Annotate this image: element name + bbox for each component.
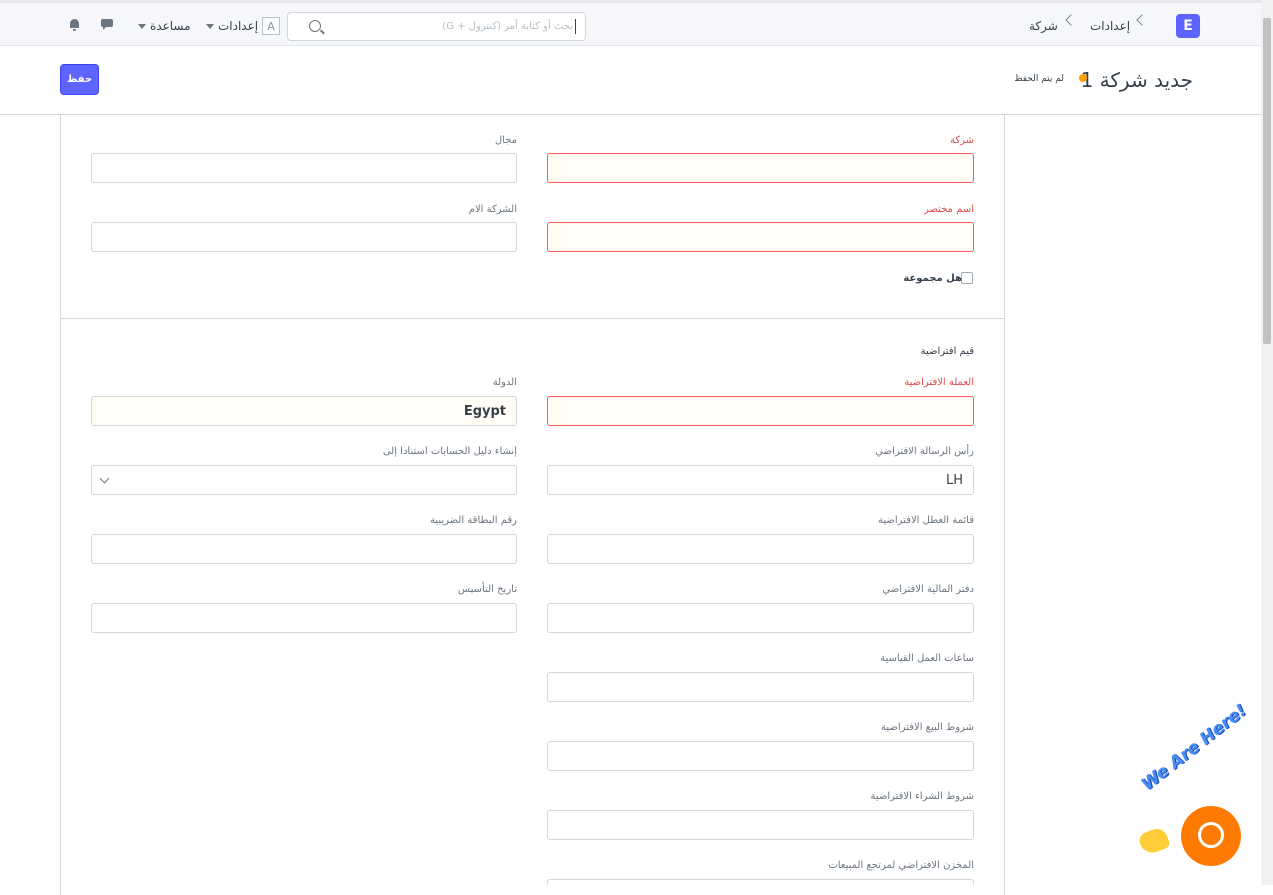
breadcrumb-company[interactable]: شركة (1029, 19, 1058, 33)
tax-id-label: رقم البطاقة الضريبية (429, 515, 517, 526)
search-placeholder: بحث أو كتابة أمر (كنترول + G) (442, 21, 573, 32)
abbr-label: اسم مختصر (923, 204, 974, 215)
holiday-list-field[interactable] (547, 534, 974, 564)
country-label: الدولة (492, 377, 517, 388)
company-label: شركة (949, 135, 974, 146)
sales-return-warehouse-field[interactable] (547, 879, 974, 885)
chat-widget-button[interactable] (1181, 806, 1241, 866)
scrollbar[interactable] (1261, 0, 1273, 885)
status-dot-icon (1079, 74, 1087, 82)
country-field[interactable]: Egypt (91, 396, 517, 426)
navbar: E إعدادات شركة بحث أو كتابة أمر (كنترول … (0, 0, 1261, 46)
breadcrumb-settings[interactable]: إعدادات (1090, 19, 1130, 33)
finance-book-field[interactable] (547, 603, 974, 633)
search-input[interactable]: بحث أو كتابة أمر (كنترول + G) (287, 12, 586, 41)
selling-terms-label: شروط البيع الافتراضية (881, 722, 974, 733)
buying-terms-field[interactable] (547, 810, 974, 840)
standard-working-hours-field[interactable] (547, 672, 974, 702)
letter-head-label: رأس الرسالة الافتراضي (875, 446, 974, 457)
chart-of-accounts-select[interactable] (91, 465, 517, 495)
selling-terms-field[interactable] (547, 741, 974, 771)
parent-company-field[interactable] (91, 222, 517, 252)
date-of-establishment-field[interactable] (91, 603, 517, 633)
scrollbar-thumb[interactable] (1263, 18, 1271, 344)
default-currency-field[interactable] (547, 396, 974, 426)
holiday-list-label: قائمة العطل الافتراضية (878, 515, 974, 526)
app-logo[interactable]: E (1176, 14, 1200, 38)
chart-of-accounts-label: إنشاء دليل الحسابات استنادا إلى (382, 446, 517, 457)
parent-company-label: الشركة الام (468, 204, 517, 215)
domain-label: مجال (494, 135, 517, 146)
tax-id-field[interactable] (91, 534, 517, 564)
abbr-field[interactable] (547, 222, 974, 252)
status-indicator: لم يتم الحفظ (1014, 74, 1064, 84)
domain-field[interactable] (91, 153, 517, 183)
caret-down-icon (138, 24, 146, 29)
page-title: جديد شركة 1 (1080, 68, 1193, 92)
page-head: جديد شركة 1 لم يتم الحفظ حفظ (0, 46, 1261, 115)
chevron-left-icon (1065, 14, 1077, 26)
company-field[interactable] (547, 153, 974, 183)
chat-bubble-icon (1198, 822, 1224, 848)
default-currency-label: العملة الافتراضية (904, 377, 974, 388)
help-menu[interactable]: مساعدة (150, 19, 191, 33)
caret-down-icon (206, 24, 214, 29)
section-heading: قيم افتراضية (920, 346, 974, 357)
standard-working-hours-label: ساعات العمل القياسية (880, 653, 974, 664)
is-group-checkbox[interactable] (961, 272, 973, 284)
bell-icon[interactable] (70, 19, 79, 31)
text-cursor (575, 19, 576, 34)
sales-return-warehouse-label: المخزن الافتراضي لمرتجع المبيعات (828, 860, 974, 871)
chevron-left-icon (1136, 14, 1148, 26)
date-of-establishment-label: تاريخ التأسيس (457, 584, 517, 595)
section-divider (60, 318, 1005, 319)
finance-book-label: دفتر المالية الافتراضي (882, 584, 974, 595)
buying-terms-label: شروط الشراء الافتراضية (870, 791, 974, 802)
is-group-label: هل مجموعة (903, 273, 962, 284)
settings-menu[interactable]: إعدادات (218, 19, 258, 33)
chat-widget-label: We Are Here! (1137, 700, 1251, 795)
avatar[interactable]: A (262, 17, 280, 35)
waving-hand-icon (1137, 825, 1171, 857)
chevron-down-icon (99, 473, 110, 484)
chat-icon[interactable] (101, 19, 113, 30)
letter-head-field[interactable]: LH (547, 465, 974, 495)
save-button[interactable]: حفظ (60, 64, 99, 95)
search-icon (309, 20, 321, 32)
